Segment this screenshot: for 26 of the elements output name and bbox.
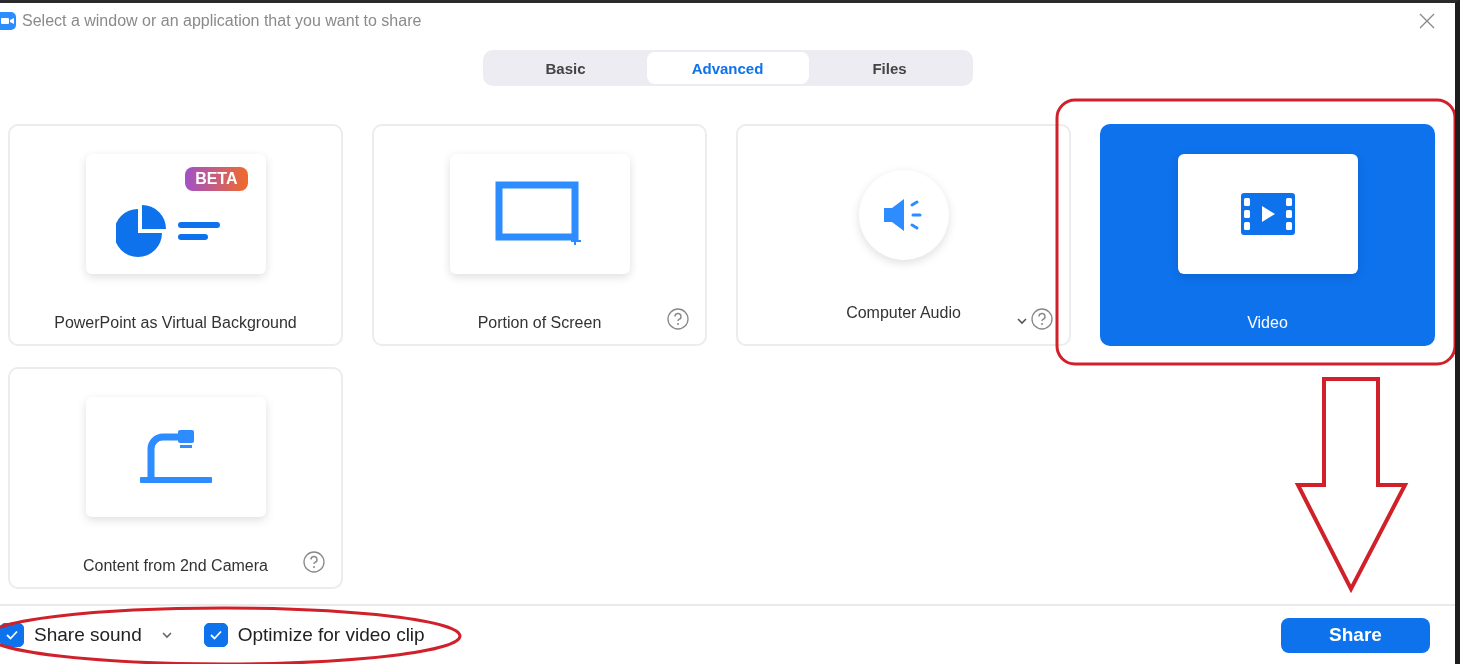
tile-label: Content from 2nd Camera	[83, 557, 268, 575]
tile-label: Video	[1247, 314, 1288, 332]
share-option-tile[interactable]: Portion of Screen	[372, 124, 707, 346]
checkmark-icon	[5, 628, 19, 642]
option-label: Share sound	[34, 624, 142, 646]
checkbox[interactable]	[203, 623, 228, 647]
share-option-tile[interactable]: Video	[1100, 124, 1435, 346]
close-icon[interactable]	[1419, 13, 1435, 29]
option-label: Optimize for video clip	[237, 624, 425, 646]
window-title: Select a window or an application that you want to share	[22, 12, 423, 30]
share-option-tile[interactable]: Computer Audio	[736, 124, 1071, 346]
tile-label: Portion of Screen	[477, 314, 602, 332]
tab[interactable]: Files	[808, 52, 971, 84]
tile-label: PowerPoint as Virtual Background	[54, 314, 297, 332]
beta-badge: BETA	[185, 167, 248, 191]
help-icon[interactable]	[303, 551, 325, 573]
tab[interactable]: Basic	[484, 52, 647, 84]
help-icon[interactable]	[667, 308, 689, 330]
film-play-icon	[1240, 193, 1295, 235]
tile-label: Computer Audio	[846, 304, 961, 322]
share-button[interactable]: Share	[1281, 617, 1430, 653]
tab[interactable]: Advanced	[646, 52, 809, 84]
checkmark-icon	[208, 628, 223, 642]
share-option-tile[interactable]: Content from 2nd Camera	[8, 367, 343, 589]
share-option-tile[interactable]: BETA PowerPoint as Virtual Background	[8, 124, 343, 346]
help-icon[interactable]	[1031, 308, 1053, 330]
